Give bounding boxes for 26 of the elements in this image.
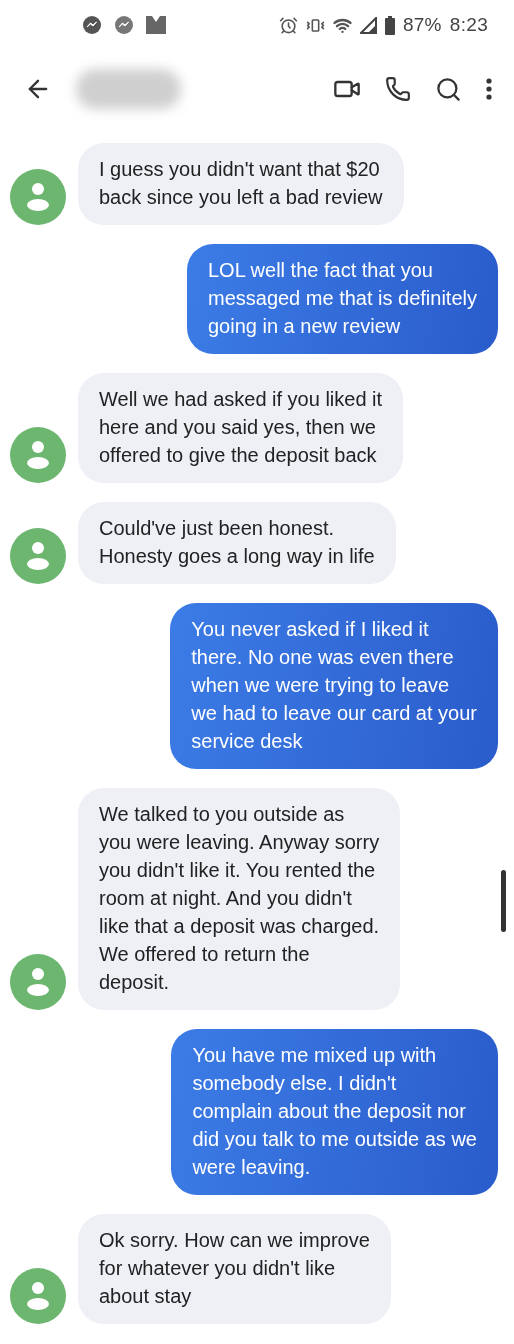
messenger-icon [82,15,102,35]
avatar-icon [10,528,66,584]
signal-icon [359,16,377,34]
message-bubble: Well we had asked if you liked it here and you said yes, then we offered to give the deposit back [78,373,404,483]
message-bubble: I guess you didn't want that $20 back since you left a bad review [78,143,404,225]
scrollbar [501,870,506,932]
message-bubble: Ok sorry. How can we improve for whatever you didn't like about stay [78,1214,391,1324]
clock-time: 8:23 [449,14,488,36]
avatar-icon [10,169,66,225]
mail-icon [146,16,166,34]
avatar-icon [10,427,66,483]
more-options-button[interactable] [486,78,492,100]
phone-call-button[interactable] [385,76,411,102]
message-bubble: LOL well the fact that you messaged me that is definitely going in a new review [186,244,498,354]
more-options-icon [486,78,492,100]
battery-icon [384,15,395,35]
alarm-icon [278,15,298,35]
avatar-icon [10,1268,66,1324]
battery-percent: 87% [402,14,442,36]
search-button[interactable] [435,75,462,103]
message-bubble: You never asked if I liked it there. No one was even there when we were trying to leave we had to leave our card at your service desk [170,603,498,769]
message-bubble: You have me mixed up with somebody else. I didn't complain about the deposit nor did you talk to me outside as we were leaving. [171,1029,498,1195]
messenger-icon [114,15,134,35]
avatar-icon [10,954,66,1010]
message-bubble: Could've just been honest. Honesty goes a long way in life [78,502,396,584]
message-bubble: We talked to you outside as you were leaving. Anyway sorry you didn't like it. You rented the room at night. And you didn't like that a deposit was charged. We offered to return the deposit. [78,788,401,1010]
